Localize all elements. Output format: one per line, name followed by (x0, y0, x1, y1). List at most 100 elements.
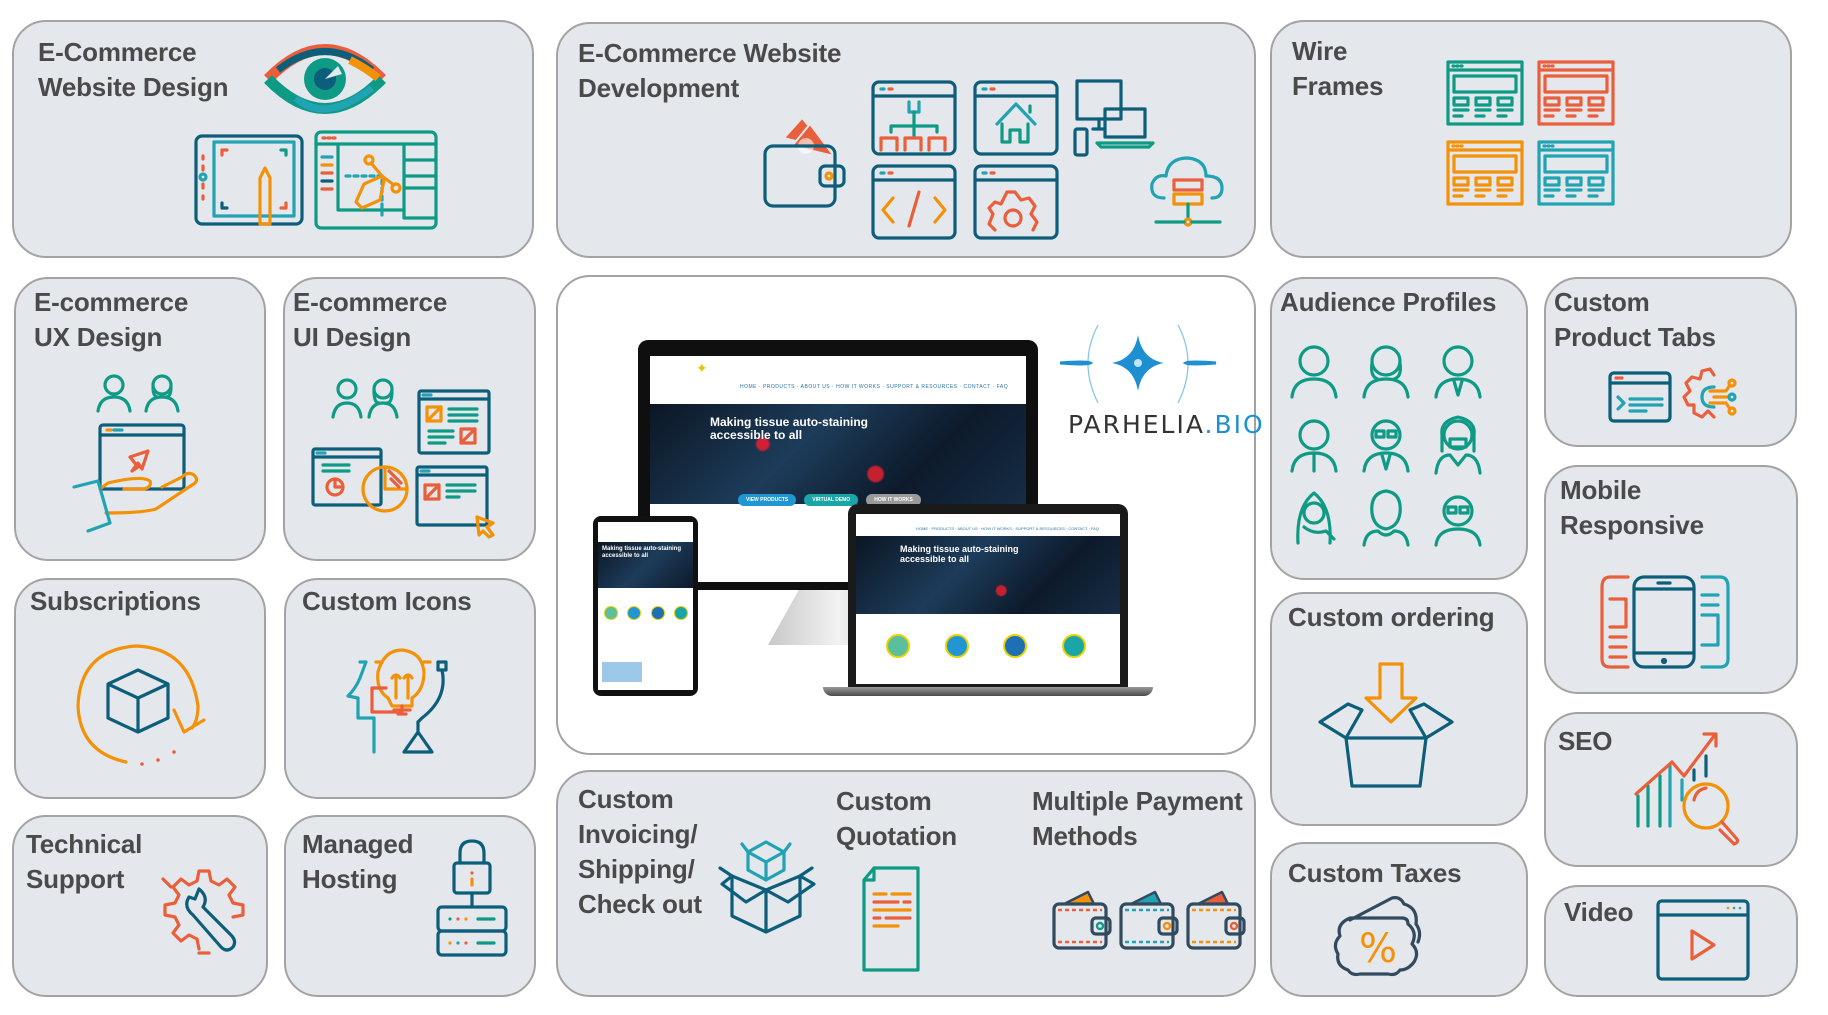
settings-gear-icon (973, 164, 1059, 240)
wireframe-icon (1537, 140, 1615, 206)
person-icon (1290, 419, 1338, 473)
person-icon (1434, 415, 1482, 475)
code-icon (871, 164, 957, 240)
card-title: Custom Icons (302, 586, 472, 616)
devices-icon (1073, 79, 1155, 157)
laptop-base (823, 687, 1153, 696)
quotation-title: Custom Quotation (836, 786, 957, 851)
laptop-hero-title: Making tissue auto-staining accessible t… (900, 544, 1019, 564)
person-icon (1434, 345, 1482, 399)
feature-compact-icon (1003, 634, 1028, 658)
layout-icon (417, 389, 491, 455)
wireframe-icon (1537, 60, 1615, 126)
person-icon (1362, 345, 1410, 399)
card-title: E-Commerce Website Development (578, 38, 842, 103)
cursor-icon (415, 465, 495, 539)
sitemap-icon (871, 80, 957, 156)
box-download-icon (1318, 662, 1454, 788)
card-ux-design: E-commerce UX Design (14, 277, 266, 561)
wallet-icon (1186, 890, 1246, 950)
hero-title: Making tissue auto-staining accessible t… (710, 415, 869, 442)
feature-icon (604, 606, 618, 620)
card-video: Video (1544, 885, 1798, 997)
card-title: E-Commerce Website Design (38, 37, 229, 102)
card-product-tabs: Custom Product Tabs (1544, 277, 1797, 447)
card-title: Technical Support (26, 829, 143, 894)
invoicing-title: Custom Invoicing/ Shipping/ Check out (578, 784, 702, 919)
card-title: Managed Hosting (302, 829, 414, 894)
feature-accurate-icon (886, 634, 910, 658)
card-title: SEO (1558, 726, 1613, 756)
card-website-design: E-Commerce Website Design (12, 20, 534, 258)
person-icon (1362, 419, 1410, 473)
feature-icon (650, 606, 665, 620)
gear-wrench-icon (161, 869, 245, 955)
person-icon (1434, 495, 1482, 547)
video-player-icon (1656, 899, 1750, 981)
card-title: E-commerce UX Design (34, 287, 189, 352)
eye-icon (264, 44, 386, 114)
card-showcase: ✦ HOME · PRODUCTS · ABOUT US · HOW IT WO… (556, 275, 1263, 755)
hand-holding-browser-icon (72, 423, 199, 533)
card-mobile-responsive: Mobile Responsive (1544, 465, 1798, 694)
virtual-demo-button[interactable]: VIRTUAL DEMO (804, 494, 859, 506)
head-lightbulb-icon (346, 648, 448, 754)
wallet-icon (1052, 890, 1112, 950)
feature-icon (673, 606, 688, 620)
card-custom-ordering: Custom ordering (1270, 592, 1528, 826)
view-products-button[interactable]: VIEW PRODUCTS (738, 494, 797, 506)
card-seo: SEO (1544, 712, 1798, 867)
wireframe-icon (1446, 60, 1524, 126)
card-title: Custom Taxes (1288, 858, 1462, 888)
card-ui-design: E-commerce UI Design (283, 277, 536, 561)
chart-magnifier-icon (1634, 732, 1740, 846)
person-icon (1296, 491, 1336, 545)
users-icon (331, 378, 399, 419)
card-title: Subscriptions (30, 586, 201, 616)
person-icon (1290, 345, 1338, 399)
tablet-hero-title: Making tissue auto-staining accessible t… (602, 546, 682, 559)
card-managed-hosting: Managed Hosting (284, 815, 536, 997)
parhelia-logo-icon (1059, 324, 1217, 404)
card-title: Mobile Responsive (1560, 475, 1704, 540)
feature-affordable-icon (944, 634, 969, 658)
wallet-icon (1119, 890, 1179, 950)
card-custom-taxes: Custom Taxes % (1270, 842, 1528, 997)
brand-name: PARHELIA (1068, 410, 1205, 439)
card-custom-icons: Custom Icons (284, 578, 536, 799)
pie-chart-icon (311, 447, 409, 513)
payment-methods-title: Multiple Payment Methods (1032, 786, 1243, 851)
laptop-mockup: HOME · PRODUCTS · ABOUT US · HOW IT WORK… (848, 504, 1128, 689)
site-nav: HOME · PRODUCTS · ABOUT US · HOW IT WORK… (740, 384, 1009, 390)
card-title: Wire Frames (1292, 36, 1384, 101)
site-logo-icon: ✦ (696, 360, 708, 376)
hero-banner: Making tissue auto-staining accessible t… (650, 404, 1026, 504)
card-technical-support: Technical Support (12, 815, 268, 997)
lock-server-icon (436, 839, 508, 957)
percent-tag-icon: % (1333, 896, 1422, 977)
cloud-server-icon (1150, 156, 1224, 227)
card-title: Custom Product Tabs (1554, 287, 1716, 352)
feature-easy-icon (1061, 634, 1086, 658)
card-title: Audience Profiles (1280, 287, 1497, 317)
document-icon (862, 866, 920, 972)
gear-circuit-icon (1682, 367, 1737, 419)
parhelia-brand-text: PARHELIA.BIO (1068, 410, 1265, 439)
box-cycle-icon (76, 644, 206, 766)
card-title: Video (1564, 897, 1634, 927)
wallet-money-icon (763, 116, 846, 208)
responsive-devices-icon (1600, 575, 1730, 669)
card-title: Custom ordering (1288, 602, 1495, 632)
card-audience-profiles: Audience Profiles (1270, 277, 1528, 580)
svg-text:%: % (1359, 926, 1397, 972)
wireframe-icon (1446, 140, 1524, 206)
users-icon (96, 374, 180, 413)
home-page-icon (973, 80, 1059, 156)
card-checkout-quotation-payment: Custom Invoicing/ Shipping/ Check out Cu… (556, 770, 1256, 997)
card-title: E-commerce UI Design (293, 287, 448, 352)
brand-suffix: .BIO (1204, 410, 1265, 439)
terminal-window-icon (1608, 371, 1672, 423)
person-icon (1362, 489, 1410, 547)
feature-icon (627, 606, 642, 620)
site-nav: HOME · PRODUCTS · ABOUT US · HOW IT WORK… (916, 526, 1099, 531)
